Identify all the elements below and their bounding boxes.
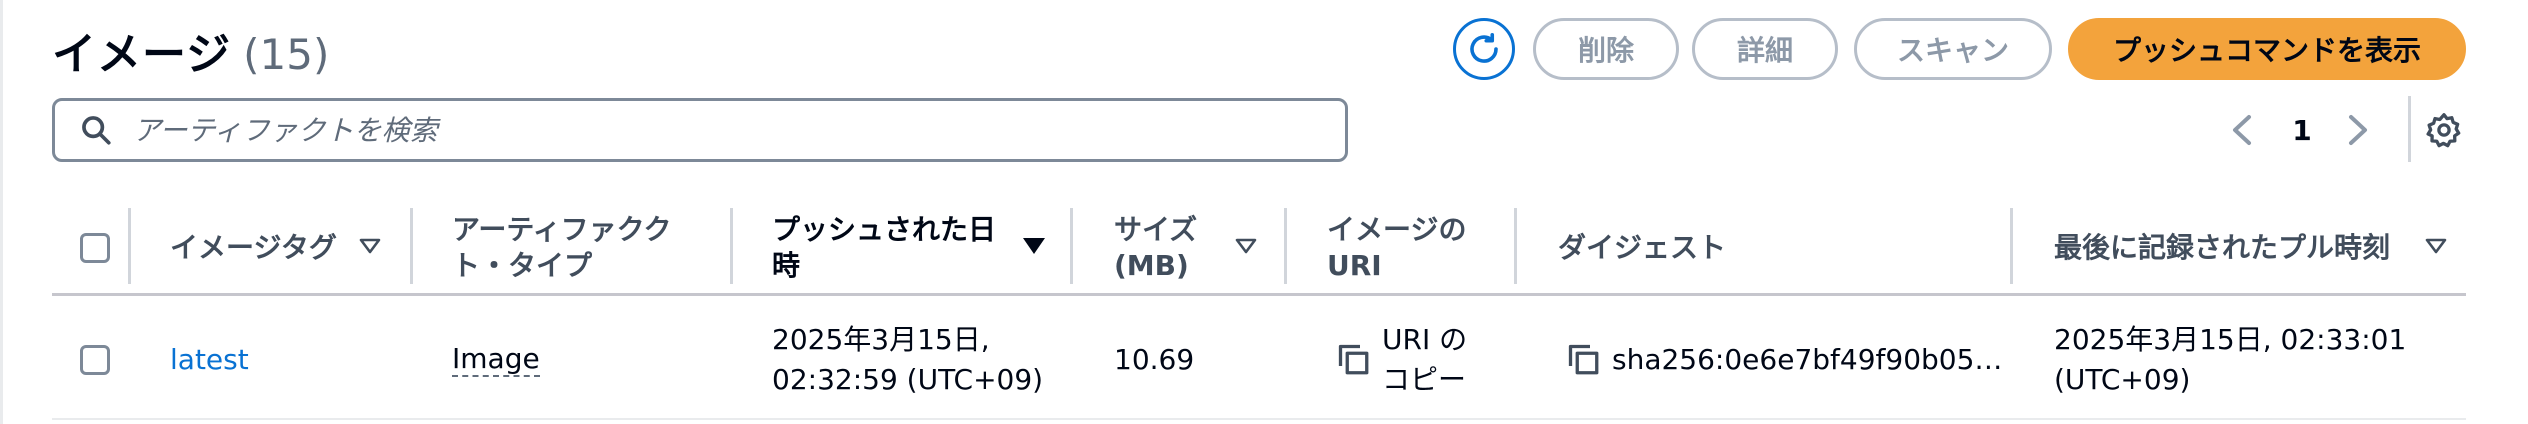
pushed-at-cell: 2025年3月15日, 02:32:59 (UTC+09) bbox=[772, 300, 1062, 420]
column-label-image-uri-1: イメージの bbox=[1327, 213, 1467, 246]
frame-edge bbox=[0, 0, 3, 424]
table-settings-button[interactable] bbox=[2418, 104, 2470, 156]
column-header-last-pull[interactable]: 最後に記録されたプル時刻 bbox=[2054, 200, 2394, 296]
artifact-search[interactable] bbox=[52, 98, 1348, 162]
column-divider bbox=[1070, 208, 1073, 284]
caret-down-icon[interactable] bbox=[354, 230, 386, 262]
row-select-cell bbox=[80, 300, 120, 420]
tag-cell: latest bbox=[170, 300, 390, 420]
column-header-pushed-at[interactable]: プッシュされた日 時 bbox=[772, 200, 1012, 296]
column-divider bbox=[730, 208, 733, 284]
refresh-icon bbox=[1466, 31, 1502, 67]
column-divider bbox=[410, 208, 413, 284]
column-header-image-tag[interactable]: イメージタグ bbox=[170, 200, 370, 296]
copy-uri-label-1: URI の bbox=[1382, 323, 1468, 356]
size-value: 10.69 bbox=[1114, 343, 1195, 376]
details-button[interactable]: 詳細 bbox=[1692, 18, 1838, 80]
column-label-pushed-at-1: プッシュされた日 bbox=[772, 213, 997, 246]
chevron-left-icon bbox=[2229, 113, 2255, 147]
select-all-checkbox[interactable] bbox=[80, 233, 110, 263]
column-divider bbox=[1514, 208, 1517, 284]
select-all-cell bbox=[80, 200, 120, 296]
column-label-last-pull: 最後に記録されたプル時刻 bbox=[2054, 231, 2391, 264]
copy-digest-icon[interactable] bbox=[1566, 342, 1602, 378]
title-text: イメージ bbox=[52, 29, 232, 80]
column-label-artifact-type-1: アーティファクク bbox=[452, 213, 672, 246]
caret-down-icon[interactable] bbox=[1230, 230, 1262, 262]
row-checkbox[interactable] bbox=[80, 345, 110, 375]
last-pull-date: 2025年3月15日, 02:33:01 bbox=[2054, 323, 2407, 356]
last-pull-cell: 2025年3月15日, 02:33:01 (UTC+09) bbox=[2054, 300, 2454, 420]
pushed-at-time: 02:32:59 (UTC+09) bbox=[772, 363, 1044, 396]
search-icon bbox=[79, 113, 113, 147]
table-row: latest Image 2025年3月15日, 02:32:59 (UTC+0… bbox=[52, 300, 2466, 420]
copy-uri-label-2: コピー bbox=[1382, 363, 1467, 396]
last-pull-zone: (UTC+09) bbox=[2054, 363, 2191, 396]
caret-down-filled-icon[interactable] bbox=[1018, 230, 1050, 262]
column-label-size-2: (MB) bbox=[1114, 249, 1189, 282]
artifact-type-cell: Image bbox=[452, 300, 712, 420]
column-header-artifact-type[interactable]: アーティファクク ト・タイプ bbox=[452, 200, 712, 296]
copy-uri-button[interactable]: URI の コピー bbox=[1336, 300, 1506, 420]
column-header-digest: ダイジェスト bbox=[1558, 200, 1858, 296]
column-label-image-uri-2: URI bbox=[1327, 249, 1382, 282]
pagination-divider bbox=[2408, 96, 2411, 162]
search-input[interactable] bbox=[133, 113, 1233, 147]
digest-cell: sha256:0e6e7bf49f90b05… bbox=[1566, 300, 2002, 420]
previous-page-button[interactable] bbox=[2222, 106, 2262, 154]
page-title: イメージ (15) bbox=[52, 18, 329, 82]
delete-button[interactable]: 削除 bbox=[1533, 18, 1679, 80]
chevron-right-icon bbox=[2345, 113, 2371, 147]
column-divider bbox=[1284, 208, 1287, 284]
column-label-image-tag: イメージタグ bbox=[170, 231, 337, 264]
copy-icon bbox=[1336, 342, 1372, 378]
table-header: イメージタグ アーティファクク ト・タイプ プッシュされた日 時 サイズ (MB… bbox=[52, 200, 2466, 296]
pushed-at-date: 2025年3月15日, bbox=[772, 323, 990, 356]
gear-icon bbox=[2426, 112, 2462, 148]
column-header-size[interactable]: サイズ (MB) bbox=[1114, 200, 1214, 296]
column-label-artifact-type-2: ト・タイプ bbox=[452, 249, 593, 282]
item-count: (15) bbox=[243, 30, 330, 79]
column-header-image-uri: イメージの URI bbox=[1327, 200, 1497, 296]
refresh-button[interactable] bbox=[1453, 18, 1515, 80]
artifact-type-value[interactable]: Image bbox=[452, 343, 540, 377]
next-page-button[interactable] bbox=[2338, 106, 2378, 154]
digest-value: sha256:0e6e7bf49f90b05… bbox=[1612, 343, 2003, 376]
scan-button[interactable]: スキャン bbox=[1854, 18, 2052, 80]
column-label-digest: ダイジェスト bbox=[1558, 231, 1727, 264]
column-divider bbox=[128, 208, 131, 284]
column-label-size-1: サイズ bbox=[1114, 213, 1198, 246]
column-label-pushed-at-2: 時 bbox=[772, 249, 801, 282]
page-number[interactable]: 1 bbox=[2284, 106, 2320, 154]
column-divider bbox=[2010, 208, 2013, 284]
caret-down-icon[interactable] bbox=[2420, 230, 2452, 262]
view-push-commands-button[interactable]: プッシュコマンドを表示 bbox=[2068, 18, 2466, 80]
image-tag-link[interactable]: latest bbox=[170, 340, 249, 380]
size-cell: 10.69 bbox=[1114, 300, 1264, 420]
